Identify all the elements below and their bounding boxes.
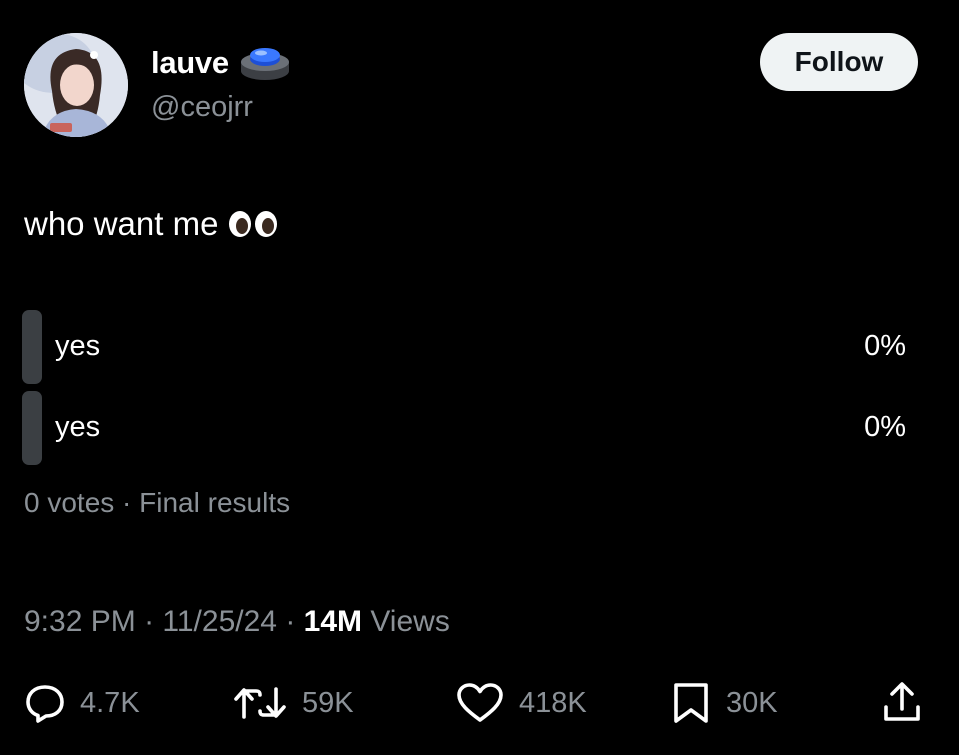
repost-icon — [234, 687, 286, 719]
like-count: 418K — [519, 686, 587, 719]
tweet-text: who want me — [24, 205, 219, 242]
repost-count: 59K — [302, 686, 354, 719]
separator-dot: · — [144, 605, 163, 638]
display-name[interactable]: lauve — [151, 45, 229, 81]
tweet-timestamp: 9:32 PM · 11/25/24 · 14M Views — [24, 605, 450, 639]
poll-bar — [22, 391, 42, 465]
separator-dot: · — [285, 605, 304, 638]
user-handle[interactable]: @ceojrr — [151, 91, 253, 124]
poll-option-label: yes — [55, 411, 101, 443]
tweet-text-row: who want me — [24, 205, 278, 243]
avatar-image — [24, 33, 128, 137]
reply-button[interactable]: 4.7K — [24, 681, 140, 725]
display-name-row: lauve — [151, 44, 291, 82]
reply-count: 4.7K — [80, 686, 140, 719]
repost-button[interactable]: 59K — [232, 681, 354, 725]
share-icon — [884, 682, 920, 721]
bookmark-icon — [674, 683, 708, 723]
tweet-time[interactable]: 9:32 PM — [24, 605, 136, 638]
views-label: Views — [370, 605, 450, 638]
emergency-button-icon — [240, 48, 289, 80]
views-count: 14M — [303, 605, 362, 638]
bookmark-count: 30K — [726, 686, 778, 719]
poll-option: yes 0% — [22, 391, 912, 465]
eyes-emoji-icon — [228, 210, 278, 238]
poll-meta: 0 votes · Final results — [24, 487, 291, 518]
reply-icon — [26, 685, 64, 723]
poll-option: yes 0% — [22, 310, 912, 384]
poll-bar — [22, 310, 42, 384]
avatar[interactable] — [24, 33, 128, 137]
tweet-date[interactable]: 11/25/24 — [162, 605, 277, 638]
bookmark-button[interactable]: 30K — [670, 681, 778, 725]
share-button[interactable] — [880, 681, 924, 725]
follow-button[interactable]: Follow — [760, 33, 918, 91]
poll-option-label: yes — [55, 330, 101, 362]
heart-icon — [457, 683, 503, 722]
like-button[interactable]: 418K — [455, 681, 587, 725]
poll-option-percent: 0% — [864, 330, 906, 362]
poll-option-percent: 0% — [864, 411, 906, 443]
